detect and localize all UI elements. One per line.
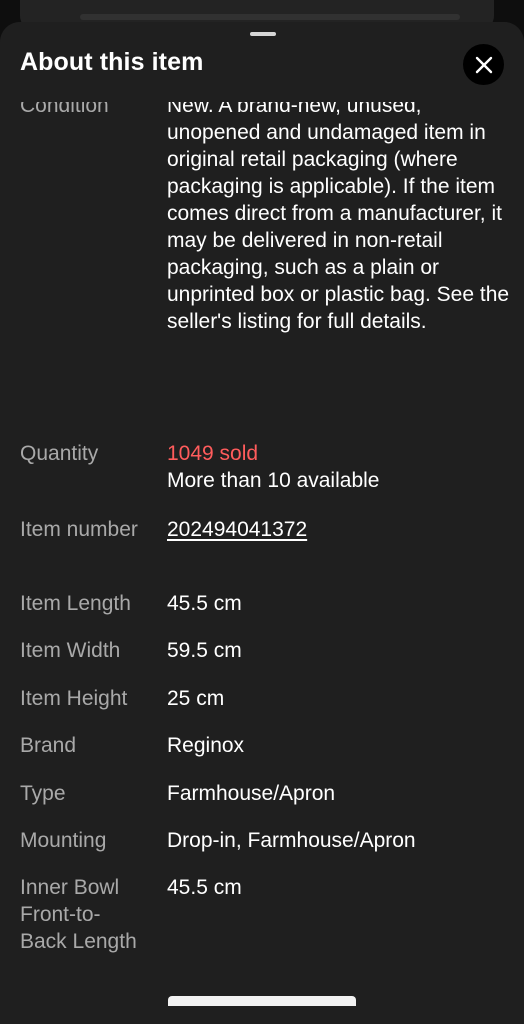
spec-value: 59.5 cm [167, 639, 242, 662]
bottom-action-peek[interactable] [168, 996, 356, 1006]
sheet-title: About this item [20, 48, 204, 76]
spec-row-condition: Condition New. A brand-new, unused, unop… [20, 92, 510, 412]
close-icon [475, 56, 492, 73]
spec-label: Quantity [20, 442, 99, 465]
close-button[interactable] [463, 44, 504, 85]
spec-label: Item Width [20, 639, 121, 662]
spec-label: Item Length [20, 592, 131, 615]
spec-value: 202494041372 [167, 516, 512, 543]
spec-value: Drop-in, Farmhouse/Apron [167, 829, 416, 852]
spec-row-item-height: Item Height 25 cm [20, 685, 510, 715]
spec-label: Item number [20, 518, 138, 541]
spec-value: 45.5 cm [167, 592, 242, 615]
available-count: More than 10 available [167, 469, 380, 492]
background-card-text [80, 14, 460, 20]
item-number-link[interactable]: 202494041372 [167, 518, 307, 541]
spec-row-type: Type Farmhouse/Apron [20, 780, 510, 810]
quantity-value: 1049 sold More than 10 available [167, 440, 512, 494]
spec-label: Type [20, 782, 66, 805]
spec-value: 45.5 cm [167, 876, 242, 899]
spec-value: Reginox [167, 734, 245, 757]
spec-row-mounting: Mounting Drop-in, Farmhouse/Apron [20, 827, 510, 857]
spec-label: Brand [20, 734, 77, 757]
sold-count: 1049 sold [167, 442, 259, 465]
spec-label: Item Height [20, 687, 128, 710]
spec-row-brand: Brand Reginox [20, 732, 510, 762]
spec-label: Mounting [20, 829, 107, 852]
spec-value: New. A brand-new, unused, unopened and u… [167, 94, 510, 333]
sheet-header: About this item [0, 22, 524, 102]
drag-handle[interactable] [250, 32, 276, 36]
spec-row-inner-bowl-length: Inner Bowl Front-to-Back Length 45.5 cm [20, 874, 510, 986]
item-specifics-list[interactable]: Condition New. A brand-new, unused, unop… [0, 94, 524, 1024]
spec-label: Inner Bowl Front-to-Back Length [20, 876, 137, 953]
spec-row-item-number: Item number 202494041372 [20, 516, 510, 574]
spec-row-item-length: Item Length 45.5 cm [20, 590, 510, 620]
spec-row-quantity: Quantity 1049 sold More than 10 availabl… [20, 440, 510, 500]
spec-value: 25 cm [167, 687, 225, 710]
spec-value: Farmhouse/Apron [167, 782, 336, 805]
spec-row-item-width: Item Width 59.5 cm [20, 637, 510, 667]
about-item-sheet: Condition New. A brand-new, unused, unop… [0, 22, 524, 1024]
